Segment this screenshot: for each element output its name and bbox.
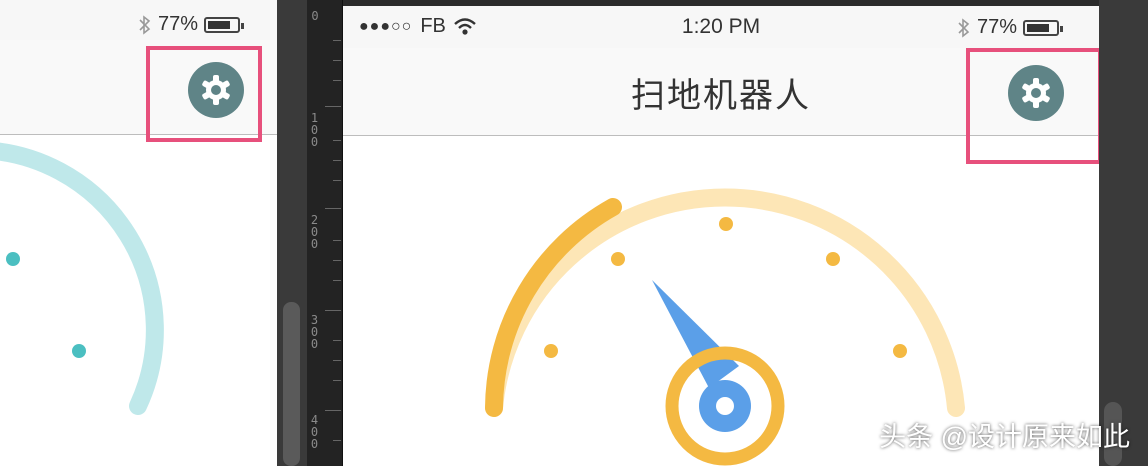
ruler-label: 100: [310, 111, 319, 149]
teal-gauge: [0, 142, 164, 415]
highlight-box: [966, 48, 1102, 164]
gauge-tick-dot: [893, 344, 907, 358]
gauge-track: [0, 142, 164, 415]
battery-icon: [1023, 19, 1064, 36]
ruler-label: 200: [310, 213, 319, 251]
scrollbar[interactable]: [283, 302, 300, 466]
gauge-tick-dot: [826, 252, 840, 266]
status-bar: ●●●○○ FB 1:20 PM 77%: [343, 6, 1099, 48]
gauge-hub-center: [716, 397, 734, 415]
canvas-gutter: [1099, 0, 1148, 466]
vertical-ruler: 0 100 200 300 400: [307, 0, 343, 466]
gauge-needle: [652, 280, 739, 388]
watermark: 头条 @设计原来如此: [879, 422, 1130, 452]
left-phone-screen: 77%: [0, 0, 277, 466]
ruler-label: 400: [310, 413, 319, 451]
gauge-tick-dot: [72, 344, 86, 358]
ruler-label: 300: [310, 313, 319, 351]
ruler-label: 0: [311, 9, 319, 23]
gauge-tick-dot: [6, 252, 20, 266]
battery-percent: 77%: [977, 16, 1018, 38]
gauge-tick-dot: [611, 252, 625, 266]
gauge-tick-dot: [544, 344, 558, 358]
status-right-group: 77%: [957, 16, 1064, 39]
bluetooth-icon: [958, 17, 970, 38]
gauge-tick-dot: [719, 217, 733, 231]
